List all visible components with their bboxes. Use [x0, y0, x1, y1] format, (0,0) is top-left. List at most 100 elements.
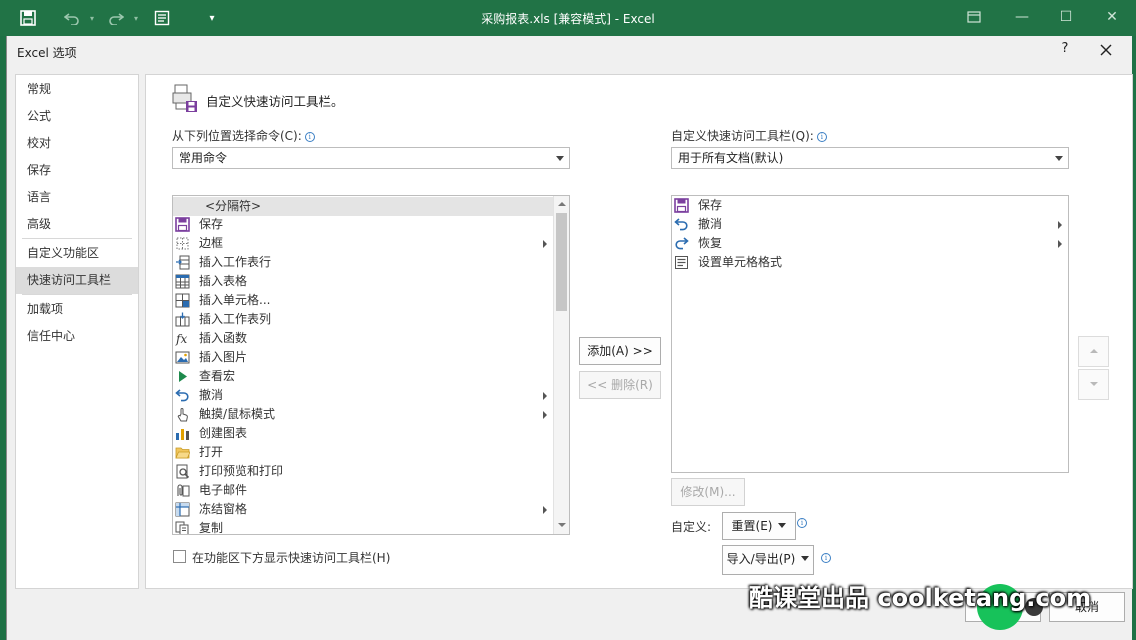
command-list-item[interactable]: fx 插入函数 — [173, 329, 553, 348]
customize-toolbar-scope-select[interactable]: 用于所有文档(默认) — [671, 147, 1069, 169]
command-list-item[interactable]: 创建图表 — [173, 424, 553, 443]
submenu-arrow-icon — [1058, 221, 1062, 229]
quick-access-toolbar-icon — [172, 83, 198, 112]
command-list-item[interactable]: 查看宏 — [173, 367, 553, 386]
info-icon[interactable]: i — [821, 553, 831, 563]
undo-icon — [175, 388, 190, 403]
move-up-button[interactable] — [1078, 336, 1109, 367]
minimize-icon[interactable]: — — [1010, 6, 1034, 28]
nav-divider — [22, 294, 132, 295]
insert-row-icon — [175, 255, 190, 270]
toolbar-list-item-label: 设置单元格格式 — [698, 255, 783, 269]
command-list-item-label: 插入函数 — [199, 331, 248, 345]
command-list-item[interactable]: 插入图片 — [173, 348, 553, 367]
maximize-icon[interactable]: ☐ — [1054, 6, 1078, 28]
nav-item-proofing[interactable]: 校对 — [16, 130, 138, 157]
nav-divider — [22, 238, 132, 239]
command-list-item[interactable]: <分隔符> — [173, 197, 553, 216]
command-list-item-label: 插入工作表行 — [199, 255, 272, 269]
borders-icon — [175, 236, 190, 251]
save-icon — [674, 198, 689, 213]
command-list-item[interactable]: 插入工作表行 — [173, 253, 553, 272]
scroll-thumb[interactable] — [556, 213, 567, 311]
command-list-item[interactable]: 撤消 — [173, 386, 553, 405]
customize-toolbar-label: 自定义快速访问工具栏(Q): i — [671, 127, 827, 144]
dialog-title: Excel 选项 — [17, 46, 77, 60]
help-button[interactable]: ? — [1057, 41, 1073, 56]
command-list-item[interactable]: 复制 — [173, 519, 553, 535]
toolbar-list-item[interactable]: 保存 — [672, 196, 1068, 215]
submenu-arrow-icon — [543, 506, 547, 514]
move-down-button[interactable] — [1078, 369, 1109, 400]
reset-button[interactable]: 重置(E) — [722, 512, 796, 540]
command-list-item-label: 插入工作表列 — [199, 312, 272, 326]
options-nav: 常规 公式 校对 保存 语言 高级 自定义功能区 快速访问工具栏 加载项 信任中… — [15, 74, 139, 589]
watermark: 酷课堂出品 coolketang.com — [749, 584, 1092, 612]
nav-item-quick-access-toolbar[interactable]: 快速访问工具栏 — [16, 267, 138, 294]
nav-item-language[interactable]: 语言 — [16, 184, 138, 211]
nav-item-general[interactable]: 常规 — [16, 76, 138, 103]
command-list-item[interactable]: 触摸/鼠标模式 — [173, 405, 553, 424]
reset-button-label: 重置(E) — [731, 519, 773, 533]
save-icon — [175, 217, 190, 232]
insert-column-icon — [175, 312, 190, 327]
close-icon[interactable] — [1096, 40, 1116, 60]
chevron-down-icon — [801, 556, 810, 561]
choose-commands-from-select[interactable]: 常用命令 — [172, 147, 570, 169]
command-list-item[interactable]: 边框 — [173, 234, 553, 253]
nav-item-advanced[interactable]: 高级 — [16, 211, 138, 238]
command-list-item-label: 插入图片 — [199, 350, 248, 364]
info-icon[interactable]: i — [304, 132, 315, 142]
scroll-down-icon[interactable] — [554, 518, 569, 533]
modify-button[interactable]: 修改(M)... — [671, 478, 745, 506]
window-close-icon[interactable]: ✕ — [1100, 6, 1124, 28]
add-button[interactable]: 添加(A) >> — [579, 337, 661, 365]
svg-text:fx: fx — [175, 332, 187, 346]
command-list-item[interactable]: 电子邮件 — [173, 481, 553, 500]
command-list-item[interactable]: 冻结窗格 — [173, 500, 553, 519]
remove-button[interactable]: << 删除(R) — [579, 371, 661, 399]
command-list-item[interactable]: 插入单元格... — [173, 291, 553, 310]
quick-access-toolbar-panel: 自定义快速访问工具栏。 从下列位置选择命令(C): i 常用命令 自定义快速访问工… — [145, 74, 1133, 589]
scroll-up-icon[interactable] — [554, 197, 569, 212]
command-list-item[interactable]: 保存 — [173, 215, 553, 234]
command-list-item[interactable]: 插入工作表列 — [173, 310, 553, 329]
nav-item-add-ins[interactable]: 加载项 — [16, 296, 138, 323]
info-icon[interactable]: i — [797, 518, 807, 528]
command-list-item-label: 复制 — [199, 521, 224, 535]
function-icon: fx — [175, 331, 190, 346]
copy-icon — [175, 521, 190, 534]
choose-from-label: 从下列位置选择命令(C): i — [172, 127, 315, 144]
info-icon[interactable]: i — [816, 132, 827, 142]
nav-item-customize-ribbon[interactable]: 自定义功能区 — [16, 240, 138, 267]
show-below-ribbon-checkbox[interactable] — [173, 550, 186, 563]
command-list-item-label: 打开 — [199, 445, 224, 459]
command-list-item[interactable]: 打开 — [173, 443, 553, 462]
insert-cells-icon — [175, 293, 190, 308]
quick-access-toolbar-list[interactable]: 保存 撤消 恢复设置单元格格式 — [671, 195, 1069, 473]
toolbar-list-item[interactable]: 恢复 — [672, 234, 1068, 253]
command-list-item[interactable]: 打印预览和打印 — [173, 462, 553, 481]
toolbar-list-item[interactable]: 设置单元格格式 — [672, 253, 1068, 272]
nav-item-trust-center[interactable]: 信任中心 — [16, 323, 138, 350]
available-commands-list[interactable]: <分隔符> 保存 边框插入工作表行插入表格 插入单元格... 插入工作表列 fx 插入函数插… — [172, 195, 570, 535]
undo-icon — [674, 217, 689, 232]
nav-item-formulas[interactable]: 公式 — [16, 103, 138, 130]
nav-item-save[interactable]: 保存 — [16, 157, 138, 184]
command-list-item-label: 电子邮件 — [199, 483, 248, 497]
submenu-arrow-icon — [1058, 240, 1062, 248]
picture-icon — [175, 350, 190, 365]
commands-scrollbar[interactable] — [553, 196, 569, 534]
macro-play-icon — [175, 369, 190, 384]
chevron-down-icon — [778, 523, 787, 528]
chevron-down-icon — [1055, 156, 1063, 161]
submenu-arrow-icon — [543, 392, 547, 400]
toolbar-list-item[interactable]: 撤消 — [672, 215, 1068, 234]
command-list-item-label: 打印预览和打印 — [199, 464, 284, 478]
import-export-button[interactable]: 导入/导出(P) — [722, 545, 814, 575]
insert-table-icon — [175, 274, 190, 289]
show-below-ribbon-label: 在功能区下方显示快速访问工具栏(H) — [192, 551, 391, 565]
customizations-label: 自定义: — [671, 520, 712, 534]
ribbon-display-options-icon[interactable] — [962, 6, 986, 28]
command-list-item[interactable]: 插入表格 — [173, 272, 553, 291]
